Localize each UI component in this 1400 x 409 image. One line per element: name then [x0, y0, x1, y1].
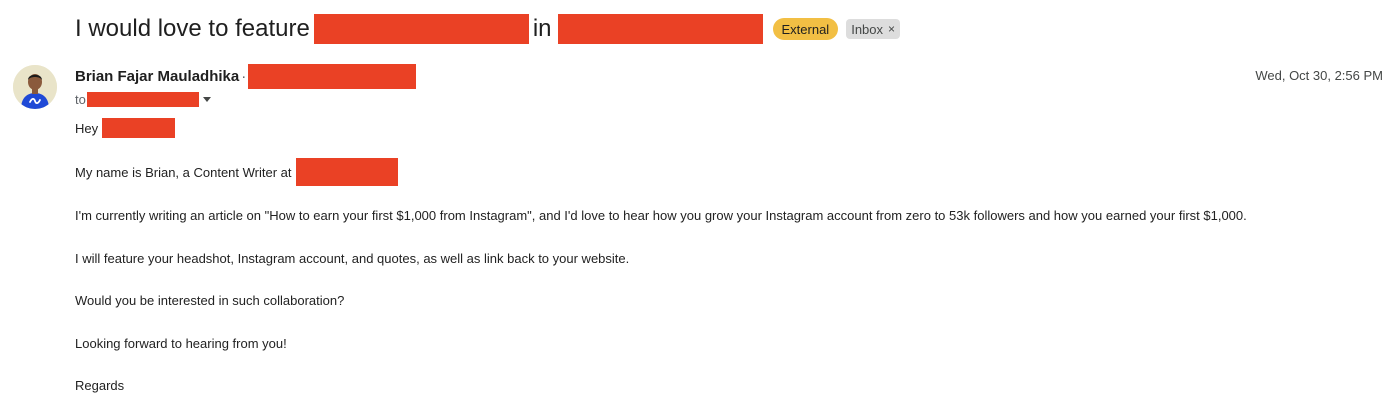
subject-text-start: I would love to feature	[75, 15, 310, 42]
redacted-block	[248, 63, 417, 89]
redacted-block	[557, 14, 763, 44]
intro-text: My name is Brian, a Content Writer at	[75, 164, 292, 180]
redacted-block	[313, 14, 529, 44]
body-paragraph: Would you be interested in such collabor…	[75, 292, 345, 308]
inbox-label-text: Inbox	[851, 21, 884, 37]
body-paragraph: I'm currently writing an article on "How…	[75, 207, 1247, 223]
external-label[interactable]: External	[772, 18, 839, 40]
email-view: I would love to feature in External Inbo…	[0, 0, 1400, 409]
subject-text-middle: in	[532, 15, 552, 42]
email-subject: I would love to feature in External Inbo…	[75, 12, 901, 46]
chevron-down-icon[interactable]	[202, 96, 211, 102]
body-paragraph: Looking forward to hearing from you!	[75, 335, 287, 351]
sender-separator: ·	[241, 67, 247, 85]
redacted-block	[295, 158, 398, 186]
sender-avatar[interactable]	[13, 65, 57, 109]
greeting-line: Hey	[75, 118, 176, 138]
recipient-prefix: to	[75, 91, 86, 107]
intro-line: My name is Brian, a Content Writer at	[75, 158, 398, 186]
sender-name[interactable]: Brian Fajar Mauladhika	[75, 68, 239, 85]
redacted-block	[102, 118, 176, 138]
email-date: Wed, Oct 30, 2:56 PM	[1255, 68, 1383, 83]
signoff-line: Regards	[75, 377, 125, 393]
sender-row: Brian Fajar Mauladhika ·	[75, 63, 417, 89]
remove-label-icon[interactable]: ×	[888, 22, 895, 36]
body-paragraph: I will feature your headshot, Instagram …	[75, 250, 630, 266]
greeting-text: Hey	[75, 120, 99, 136]
redacted-block	[86, 91, 199, 107]
recipient-row: to	[75, 90, 211, 108]
user-avatar-icon	[13, 65, 57, 109]
inbox-label[interactable]: Inbox ×	[846, 19, 901, 39]
